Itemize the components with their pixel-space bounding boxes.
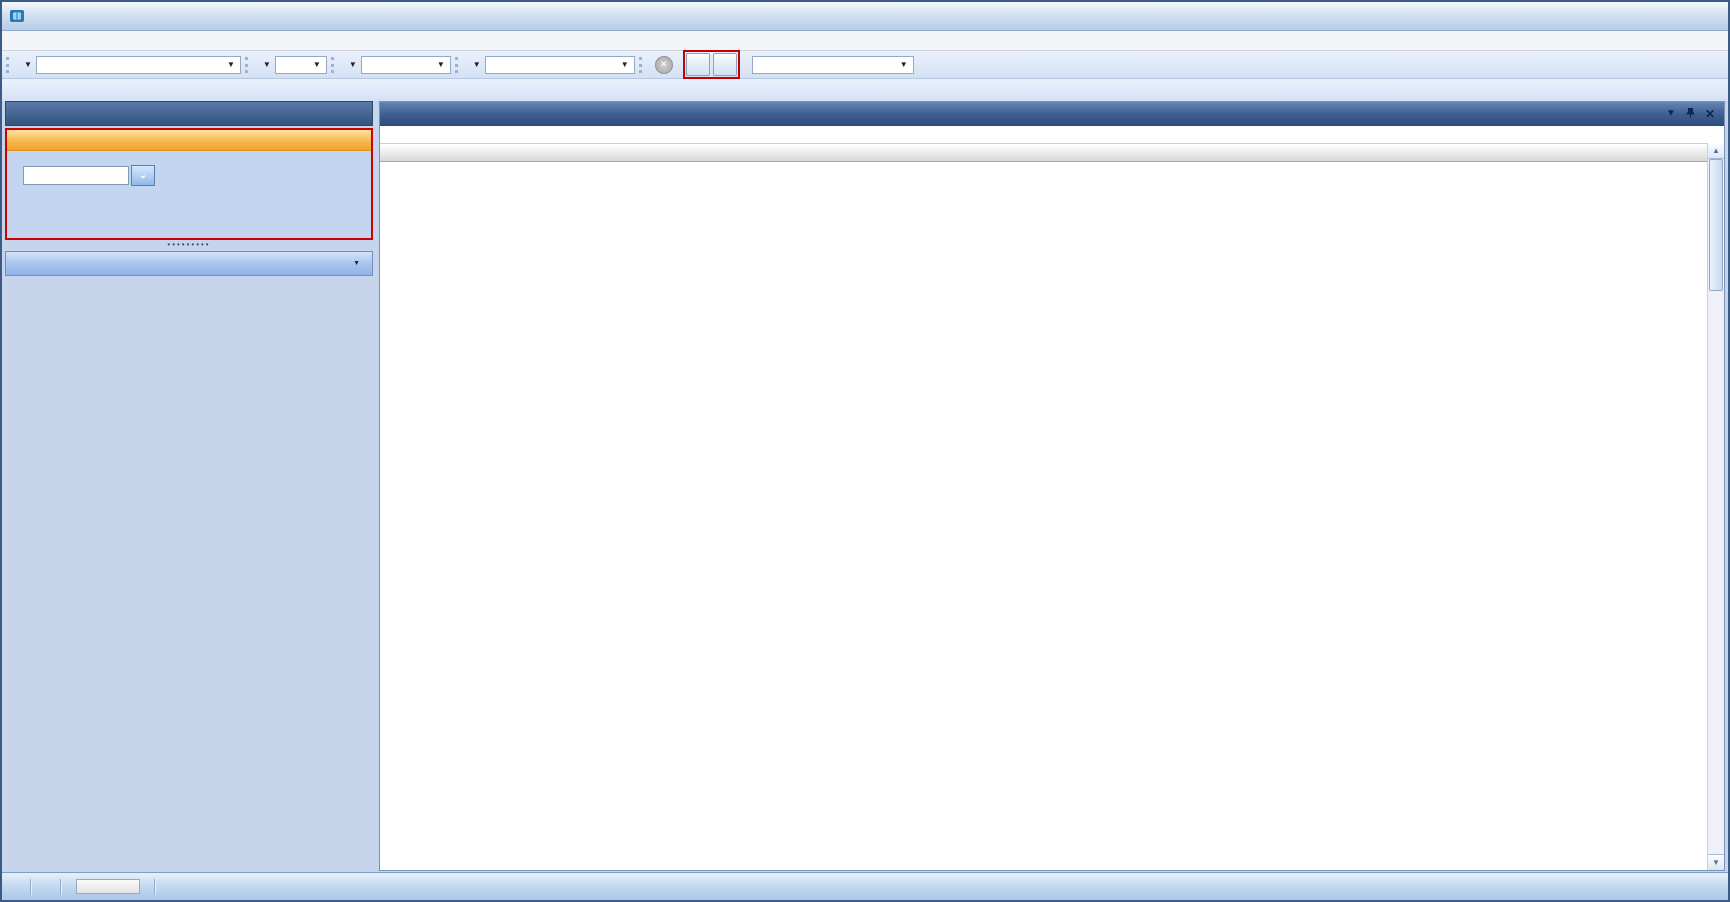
main-toolbar: ▼ ▼ ▼ ▼ ▼ ▼ ▼ ▼ ✕ ▼ — [2, 51, 1728, 79]
status-separator — [30, 879, 32, 895]
content-area: ⌄ ••••••••• ▼ ▼ — [2, 101, 1728, 873]
close-button[interactable] — [1698, 6, 1728, 26]
collapse-chevron-icon: ▼ — [353, 260, 360, 268]
status-bar — [2, 872, 1728, 900]
chevron-down-icon: ▼ — [621, 61, 629, 69]
status-separator — [60, 879, 62, 895]
maximize-button[interactable] — [1668, 6, 1698, 26]
pin-icon[interactable] — [1686, 105, 1695, 123]
toolbar-grip — [331, 57, 337, 73]
clear-icon[interactable]: ✕ — [655, 56, 673, 74]
toolbar-grip — [6, 57, 12, 73]
chevron-down-icon: ▼ — [473, 61, 481, 69]
status-separator — [154, 879, 156, 895]
grid-header — [380, 144, 1708, 162]
mandant-dropdown-label[interactable]: ▼ — [16, 61, 36, 69]
sidebar-header — [5, 101, 373, 126]
vorlagen-select[interactable]: ▼ — [485, 56, 635, 74]
date-picker-dropdown-icon[interactable]: ⌄ — [131, 165, 155, 186]
mandant-select[interactable]: ▼ — [36, 56, 241, 74]
sidebar-splitter[interactable]: ••••••••• — [5, 240, 373, 249]
scroll-tabs-icon[interactable]: ▼ — [1666, 109, 1676, 119]
buchungen-generieren-button[interactable] — [713, 53, 737, 76]
app-window: ▼ ▼ ▼ ▼ ▼ ▼ ▼ ▼ ✕ ▼ — [0, 0, 1730, 902]
menu-bar — [2, 31, 1728, 51]
chevron-down-icon: ▼ — [349, 61, 357, 69]
geschaeftsjahr-dropdown-label[interactable]: ▼ — [255, 61, 275, 69]
scroll-up-icon[interactable]: ▲ — [1708, 143, 1724, 159]
main-panel-header: ▼ ✕ — [380, 102, 1724, 127]
toolbar-grip — [245, 57, 251, 73]
scroll-down-icon[interactable]: ▼ — [1708, 854, 1724, 870]
toolbar-grip — [639, 57, 645, 73]
geschaeftsjahr-select[interactable]: ▼ — [275, 56, 327, 74]
sidebar-collapse-strip[interactable]: ▼ — [5, 251, 373, 276]
chevron-down-icon: ▼ — [263, 61, 271, 69]
progress-indicator — [76, 879, 140, 894]
chevron-down-icon: ▼ — [313, 61, 321, 69]
vertical-scrollbar[interactable]: ▲ ▼ — [1707, 143, 1724, 870]
minimize-button[interactable] — [1638, 6, 1668, 26]
sidebar-item-automatische-buchungen[interactable] — [7, 130, 371, 151]
grid-area: ▲ ▼ — [380, 126, 1724, 870]
chevron-down-icon: ▼ — [24, 61, 32, 69]
sidebar: ⌄ ••••••••• ▼ — [5, 101, 373, 871]
mwst-select[interactable]: ▼ — [361, 56, 451, 74]
search-filter-row[interactable] — [380, 126, 1724, 144]
filter-select[interactable]: ▼ — [752, 56, 914, 74]
close-panel-icon[interactable]: ✕ — [1705, 108, 1715, 120]
chevron-down-icon: ▼ — [437, 61, 445, 69]
scrollbar-thumb[interactable] — [1709, 159, 1723, 291]
panel-header-icons: ▼ ✕ — [1657, 105, 1724, 123]
highlighted-button-group — [683, 50, 740, 79]
automatische-buchungen-panel: ⌄ — [7, 151, 371, 238]
main-panel: ▼ ✕ ▲ ▼ — [379, 101, 1725, 871]
secondary-toolbar — [2, 79, 1728, 103]
ausfuehrungsdatum-field[interactable] — [23, 166, 129, 185]
mwst-dropdown-label[interactable]: ▼ — [341, 61, 361, 69]
title-bar — [2, 2, 1728, 31]
chevron-down-icon: ▼ — [227, 61, 235, 69]
toolbar-grip — [455, 57, 461, 73]
active-section-highlight: ⌄ — [5, 128, 373, 240]
vorlagen-dropdown-label[interactable]: ▼ — [465, 61, 485, 69]
chevron-down-icon: ▼ — [900, 61, 908, 69]
neue-automatische-buchung-button[interactable] — [686, 53, 710, 76]
app-icon — [9, 8, 25, 24]
